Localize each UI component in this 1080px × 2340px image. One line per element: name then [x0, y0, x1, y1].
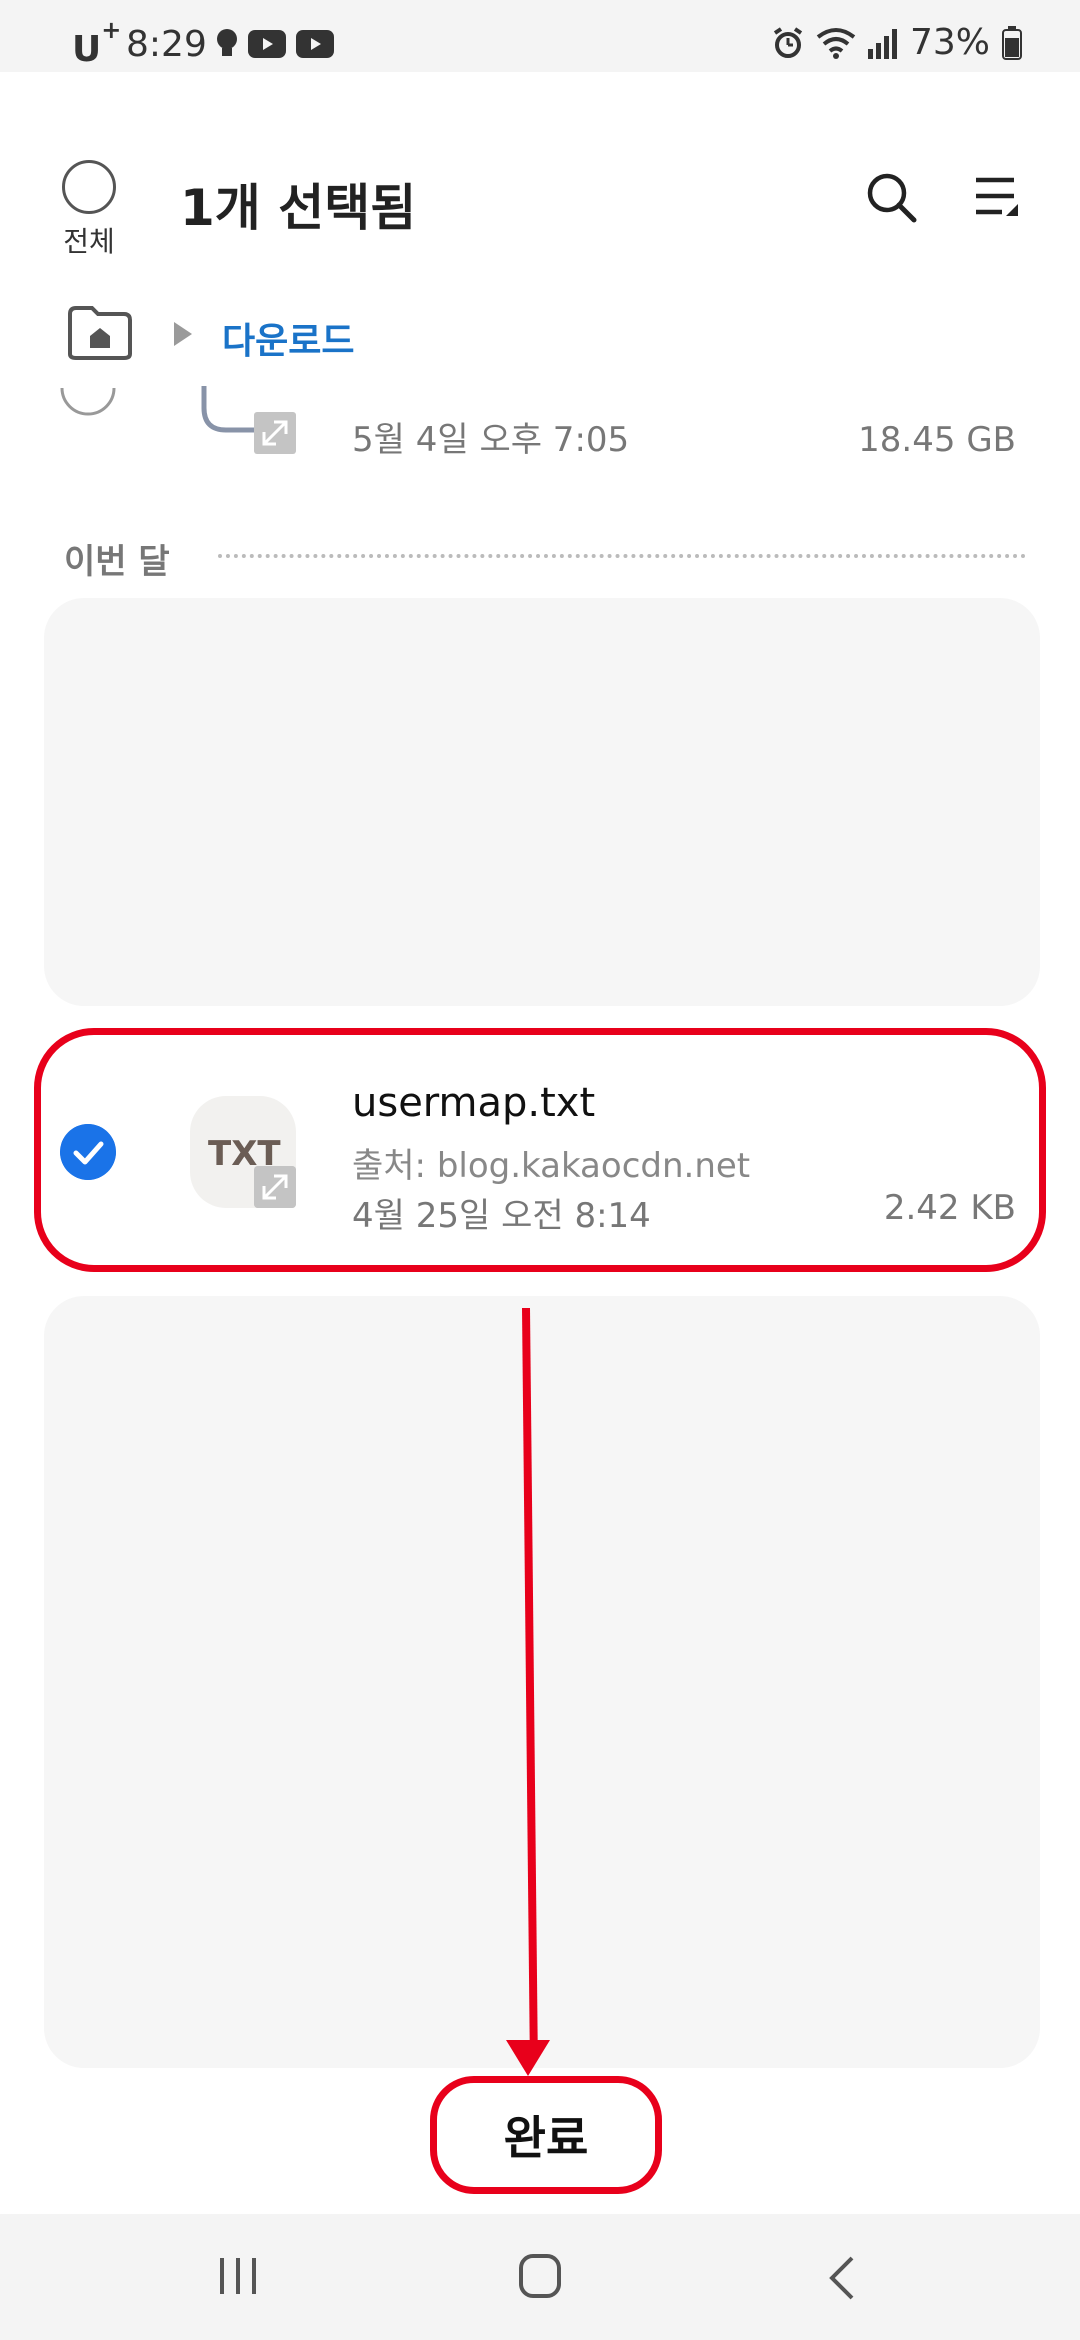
back-icon[interactable]	[822, 2254, 862, 2302]
annotation-arrow-head	[506, 2040, 550, 2076]
status-bar: U+ 8:29 73%	[0, 0, 1080, 72]
wifi-icon	[816, 27, 856, 59]
system-status: 73%	[772, 22, 1022, 63]
battery-percent: 73%	[909, 22, 990, 63]
select-all-label: 전체	[63, 225, 115, 258]
signal-icon	[867, 28, 897, 59]
battery-icon	[1002, 25, 1022, 60]
list-item-placeholder[interactable]	[44, 1296, 1040, 2068]
done-button-label: 완료	[503, 2111, 589, 2165]
done-button[interactable]: 완료	[430, 2076, 662, 2194]
navigation-bar	[0, 2214, 1080, 2340]
file-size: 2.42 KB	[883, 1188, 1016, 1228]
file-source: 출처: blog.kakaocdn.net	[352, 1146, 751, 1186]
expand-icon	[254, 1166, 296, 1208]
bulb-icon	[217, 29, 237, 56]
carrier-label: U+	[72, 16, 122, 70]
breadcrumb-chevron-icon	[174, 322, 192, 346]
status-time: 8:29	[126, 24, 207, 65]
select-all-checkbox[interactable]: 전체	[60, 160, 118, 258]
list-item-placeholder[interactable]	[44, 598, 1040, 1006]
row-checkbox-icon[interactable]	[60, 378, 116, 428]
recent-apps-icon[interactable]	[214, 2254, 262, 2298]
sort-icon[interactable]	[966, 168, 1026, 228]
file-name: usermap.txt	[352, 1080, 596, 1126]
home-icon[interactable]	[516, 2254, 564, 2298]
file-date: 5월 4일 오후 7:05	[352, 420, 630, 460]
section-divider	[218, 554, 1026, 558]
breadcrumb-current[interactable]: 다운로드	[222, 312, 354, 364]
alarm-icon	[773, 26, 803, 58]
file-date: 4월 25일 오전 8:14	[352, 1196, 651, 1236]
search-icon[interactable]	[862, 168, 922, 228]
youtube-icon	[296, 30, 334, 58]
checked-icon[interactable]	[60, 1124, 116, 1180]
section-title: 이번 달	[64, 542, 170, 582]
file-size: 18.45 GB	[858, 420, 1016, 460]
notification-icons	[216, 28, 334, 60]
youtube-icon	[248, 30, 286, 58]
folder-thumb-icon	[201, 386, 296, 454]
page-title: 1개 선택됨	[180, 179, 417, 237]
select-all-circle-icon	[62, 160, 116, 214]
home-folder-icon[interactable]	[66, 304, 134, 362]
